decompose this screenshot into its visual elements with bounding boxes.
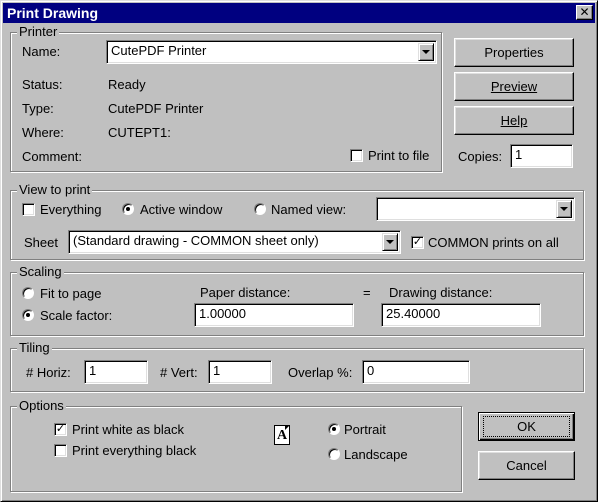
- ok-button[interactable]: OK: [478, 412, 575, 441]
- where-label: Where:: [22, 125, 64, 140]
- ok-button-focus-ring: [483, 416, 570, 437]
- title-bar[interactable]: Print Drawing ✕: [3, 3, 595, 23]
- preview-button-label: Preview: [490, 79, 538, 94]
- chevron-down-icon[interactable]: [382, 233, 398, 251]
- equals-sign: =: [363, 285, 371, 300]
- close-button[interactable]: ✕: [576, 5, 593, 20]
- fit-to-page-label[interactable]: Fit to page: [40, 286, 101, 301]
- horiz-input[interactable]: 1: [84, 360, 148, 384]
- scaling-legend: Scaling: [17, 264, 64, 279]
- print-white-as-black-checkbox[interactable]: ✓: [54, 423, 67, 436]
- properties-button-label: Properties: [484, 45, 544, 60]
- portrait-page-icon: A: [274, 425, 290, 445]
- paper-distance-value: 1.00000: [199, 306, 246, 321]
- tiling-legend: Tiling: [17, 340, 52, 355]
- status-value: Ready: [108, 77, 146, 92]
- overlap-label: Overlap %:: [288, 365, 353, 380]
- print-to-file-label[interactable]: Print to file: [368, 148, 429, 163]
- landscape-radio[interactable]: [328, 448, 340, 460]
- named-view-label[interactable]: Named view:: [271, 202, 346, 217]
- close-icon: ✕: [579, 5, 590, 19]
- cancel-button[interactable]: Cancel: [478, 451, 575, 480]
- print-to-file-checkbox[interactable]: [350, 149, 363, 162]
- view-to-print-legend: View to print: [17, 182, 93, 197]
- portrait-label[interactable]: Portrait: [344, 422, 386, 437]
- portrait-page-icon-letter: A: [276, 428, 288, 443]
- print-everything-black-checkbox[interactable]: [54, 444, 67, 457]
- fit-to-page-radio[interactable]: [22, 287, 34, 299]
- landscape-label[interactable]: Landscape: [344, 447, 408, 462]
- sheet-value: (Standard drawing - COMMON sheet only): [73, 233, 319, 248]
- overlap-value: 0: [367, 363, 375, 378]
- printer-name-dropdown[interactable]: CutePDF Printer: [106, 40, 437, 64]
- portrait-radio[interactable]: [328, 423, 340, 435]
- vert-label: # Vert:: [160, 365, 198, 380]
- preview-button[interactable]: Preview: [454, 72, 574, 101]
- horiz-value: 1: [89, 363, 97, 378]
- type-value: CutePDF Printer: [108, 101, 204, 116]
- status-label: Status:: [22, 77, 63, 92]
- drawing-distance-input[interactable]: 25.40000: [381, 303, 541, 327]
- chevron-down-icon[interactable]: [556, 200, 572, 218]
- common-prints-label[interactable]: COMMON prints on all: [428, 235, 559, 250]
- named-view-dropdown[interactable]: [376, 197, 575, 221]
- active-window-label[interactable]: Active window: [140, 202, 222, 217]
- vert-input[interactable]: 1: [208, 360, 272, 384]
- help-button-label: Help: [500, 113, 528, 128]
- printer-name-value: CutePDF Printer: [111, 43, 207, 58]
- print-white-as-black-label[interactable]: Print white as black: [72, 422, 184, 437]
- dialog-title: Print Drawing: [7, 5, 99, 21]
- paper-distance-input[interactable]: 1.00000: [194, 303, 354, 327]
- printer-group-legend: Printer: [17, 24, 60, 39]
- common-prints-checkbox[interactable]: ✓: [411, 236, 424, 249]
- copies-label: Copies:: [458, 149, 503, 164]
- named-view-radio[interactable]: [254, 203, 266, 215]
- comment-label: Comment:: [22, 149, 82, 164]
- where-value: CUTEPT1:: [108, 125, 171, 140]
- options-legend: Options: [17, 398, 66, 413]
- copies-value: 1: [515, 147, 523, 162]
- everything-checkbox[interactable]: [22, 203, 35, 216]
- type-label: Type:: [22, 101, 54, 116]
- help-button[interactable]: Help: [454, 106, 574, 135]
- scale-factor-radio[interactable]: [22, 309, 34, 321]
- properties-button[interactable]: Properties: [454, 38, 574, 67]
- everything-label[interactable]: Everything: [40, 202, 101, 217]
- sheet-dropdown[interactable]: (Standard drawing - COMMON sheet only): [68, 230, 401, 254]
- paper-distance-label: Paper distance:: [200, 285, 291, 300]
- printer-name-label: Name:: [22, 44, 61, 59]
- scale-factor-label[interactable]: Scale factor:: [40, 308, 112, 323]
- active-window-radio[interactable]: [122, 203, 134, 215]
- horiz-label: # Horiz:: [26, 365, 71, 380]
- overlap-input[interactable]: 0: [362, 360, 470, 384]
- print-everything-black-label[interactable]: Print everything black: [72, 443, 196, 458]
- drawing-distance-label: Drawing distance:: [389, 285, 493, 300]
- sheet-label: Sheet: [24, 235, 58, 250]
- cancel-button-label: Cancel: [506, 458, 547, 473]
- chevron-down-icon[interactable]: [418, 43, 434, 61]
- copies-input[interactable]: 1: [510, 144, 573, 168]
- drawing-distance-value: 25.40000: [386, 306, 441, 321]
- print-drawing-dialog: Print Drawing ✕ Printer Name: CutePDF Pr…: [0, 0, 598, 502]
- vert-value: 1: [213, 363, 221, 378]
